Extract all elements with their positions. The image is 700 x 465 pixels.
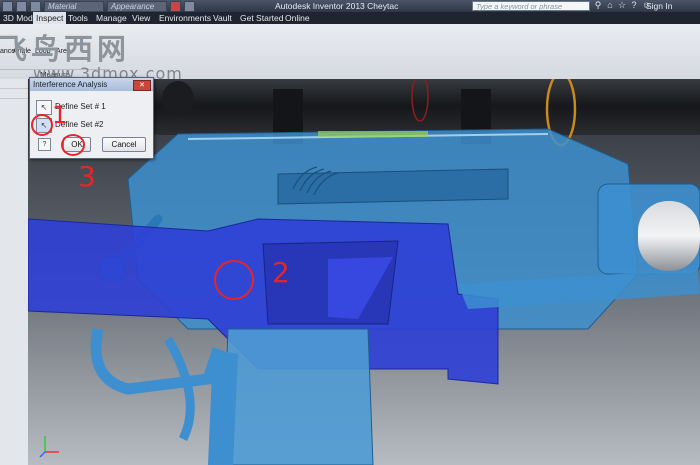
cart-icon[interactable]: ⌂ — [606, 1, 614, 10]
annotation-circle-2 — [214, 260, 254, 300]
annotation-circle-1 — [31, 114, 53, 136]
grip — [208, 349, 238, 465]
material-combo[interactable]: Material — [44, 0, 104, 12]
quick-access-toolbar: Material Appearance — [2, 0, 195, 12]
annotation-number-2: 2 — [272, 256, 290, 289]
browser-row[interactable] — [0, 89, 28, 99]
rail-highlight — [318, 131, 428, 137]
dialog-title: Interference Analysis — [33, 80, 108, 89]
save-icon[interactable] — [16, 0, 27, 12]
app-title: Autodesk Inventor 2013 Cheytac — [275, 1, 399, 11]
scope-body — [138, 79, 700, 135]
view-triad-icon — [39, 436, 59, 458]
annotation-circle-ok — [61, 134, 85, 156]
appearance-combo[interactable]: Appearance — [107, 0, 167, 12]
select-icon[interactable] — [170, 0, 181, 12]
model-browser — [0, 79, 29, 465]
help-toolbar: ⚲ ⌂ ☆ ? ☺ — [594, 1, 652, 10]
watermark: 飞鸟西网 www.3dmox.com — [0, 20, 200, 83]
help-icon[interactable]: ? — [630, 1, 638, 10]
binoculars-icon[interactable]: ⚲ — [594, 1, 602, 10]
search-input[interactable]: Type a keyword or phrase — [472, 1, 590, 11]
open-icon[interactable] — [2, 0, 13, 12]
browser-row[interactable] — [0, 79, 28, 89]
barrel-steel — [638, 201, 700, 271]
sign-in-link[interactable]: Sign In — [646, 0, 672, 12]
define-set-1-button[interactable]: ↖ — [36, 100, 52, 115]
annotation-number-3: 3 — [78, 160, 96, 193]
tab-vault[interactable]: Vault — [210, 12, 235, 24]
annotation-number-1: 1 — [52, 101, 68, 129]
cancel-button[interactable]: Cancel — [102, 137, 146, 152]
dialog-titlebar[interactable]: Interference Analysis ✕ — [30, 78, 153, 91]
scope-knob — [162, 81, 194, 117]
close-icon[interactable]: ✕ — [133, 80, 151, 91]
watermark-cn: 飞鸟西网 — [0, 32, 131, 66]
tab-get-started[interactable]: Get Started — [237, 12, 286, 24]
help-button[interactable]: ? — [38, 138, 51, 151]
update-icon[interactable] — [184, 0, 195, 12]
star-icon[interactable]: ☆ — [618, 1, 626, 10]
title-bar: Material Appearance Autodesk Inventor 20… — [0, 0, 700, 12]
tab-online[interactable]: Online — [282, 12, 313, 24]
magazine — [222, 328, 374, 465]
undo-icon[interactable] — [30, 0, 41, 12]
